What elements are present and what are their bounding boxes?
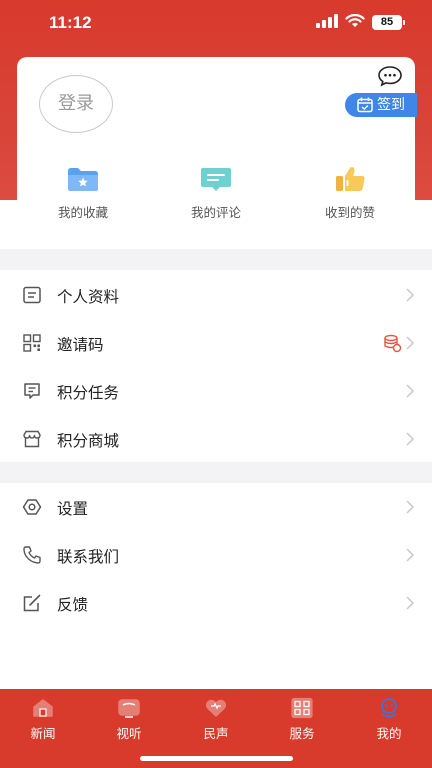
tab-label: 民声: [203, 726, 229, 741]
status-time: 11:12: [49, 13, 92, 32]
chevron-right-icon: [406, 500, 415, 514]
section-divider: [0, 462, 432, 483]
menu-item-label: 积分商城: [57, 432, 120, 450]
chevron-right-icon: [406, 288, 415, 302]
tab-services[interactable]: 服务: [272, 697, 332, 742]
likes-label: 收到的赞: [324, 205, 375, 220]
menu-item-invite-code[interactable]: 邀请码: [0, 319, 432, 367]
tab-news[interactable]: 新闻: [13, 697, 73, 742]
qr-code-icon: [23, 334, 41, 352]
menu-item-label: 积分任务: [57, 384, 120, 402]
folder-star-icon: [68, 168, 98, 191]
tab-label: 我的: [376, 726, 402, 741]
profile-doc-icon: [23, 286, 41, 304]
comments-label: 我的评论: [190, 205, 241, 220]
thumbs-up-icon: [336, 167, 365, 191]
menu-item-label: 设置: [57, 500, 89, 518]
login-button[interactable]: 登录: [39, 75, 113, 133]
task-list-icon: [24, 383, 40, 399]
menu-item-label: 反馈: [57, 596, 89, 614]
tab-label: 新闻: [30, 726, 56, 741]
store-icon: [23, 430, 41, 448]
chevron-right-icon: [406, 336, 415, 350]
chevron-right-icon: [406, 548, 415, 562]
status-bar: 11:12 85: [0, 0, 432, 48]
battery-indicator: 85: [372, 15, 405, 30]
signin-label: 签到: [377, 97, 405, 113]
menu-item-points-tasks[interactable]: 积分任务: [0, 367, 432, 415]
tab-label: 视听: [116, 726, 142, 741]
section-divider: [0, 249, 432, 270]
menu-item-points-mall[interactable]: 积分商城: [0, 415, 432, 463]
heart-icon: [205, 699, 227, 717]
menu-item-feedback[interactable]: 反馈: [0, 579, 432, 627]
tv-icon: [118, 699, 140, 718]
menu-item-label: 联系我们: [57, 548, 120, 566]
news-icon: [33, 699, 53, 717]
tab-bar: 新闻 视听 民声 服务 我的: [0, 689, 432, 768]
comment-icon: [201, 168, 231, 191]
menu-item-label: 邀请码: [57, 336, 104, 354]
coin-stack-icon: [384, 334, 402, 353]
menu-item-settings[interactable]: 设置: [0, 483, 432, 531]
chevron-right-icon: [406, 596, 415, 610]
settings-icon: [22, 499, 42, 515]
service-grid-icon: [291, 697, 313, 719]
edit-icon: [23, 594, 41, 612]
tab-public-voice[interactable]: 民声: [186, 697, 246, 742]
mine-icon: [381, 698, 397, 718]
phone-icon: [23, 546, 41, 564]
menu-item-label: 个人资料: [57, 288, 120, 306]
tab-video[interactable]: 视听: [99, 697, 159, 742]
wifi-icon: [345, 14, 365, 27]
tab-label: 服务: [289, 726, 315, 741]
menu-item-contact-us[interactable]: 联系我们: [0, 531, 432, 579]
comments-button[interactable]: 我的评论: [171, 165, 261, 221]
message-icon[interactable]: [377, 65, 403, 87]
chevron-right-icon: [406, 432, 415, 446]
menu-item-profile[interactable]: 个人资料: [0, 271, 432, 319]
cellular-signal-icon: [316, 14, 338, 28]
favorites-button[interactable]: 我的收藏: [38, 165, 128, 221]
home-indicator: [140, 756, 293, 761]
signin-button[interactable]: 签到: [345, 93, 417, 117]
quick-actions: 我的收藏 我的评论 收到的赞: [0, 155, 432, 235]
tab-mine[interactable]: 我的: [359, 697, 419, 742]
calendar-check-icon: [357, 97, 373, 113]
favorites-label: 我的收藏: [57, 205, 108, 220]
chevron-right-icon: [406, 384, 415, 398]
likes-button[interactable]: 收到的赞: [305, 165, 395, 221]
